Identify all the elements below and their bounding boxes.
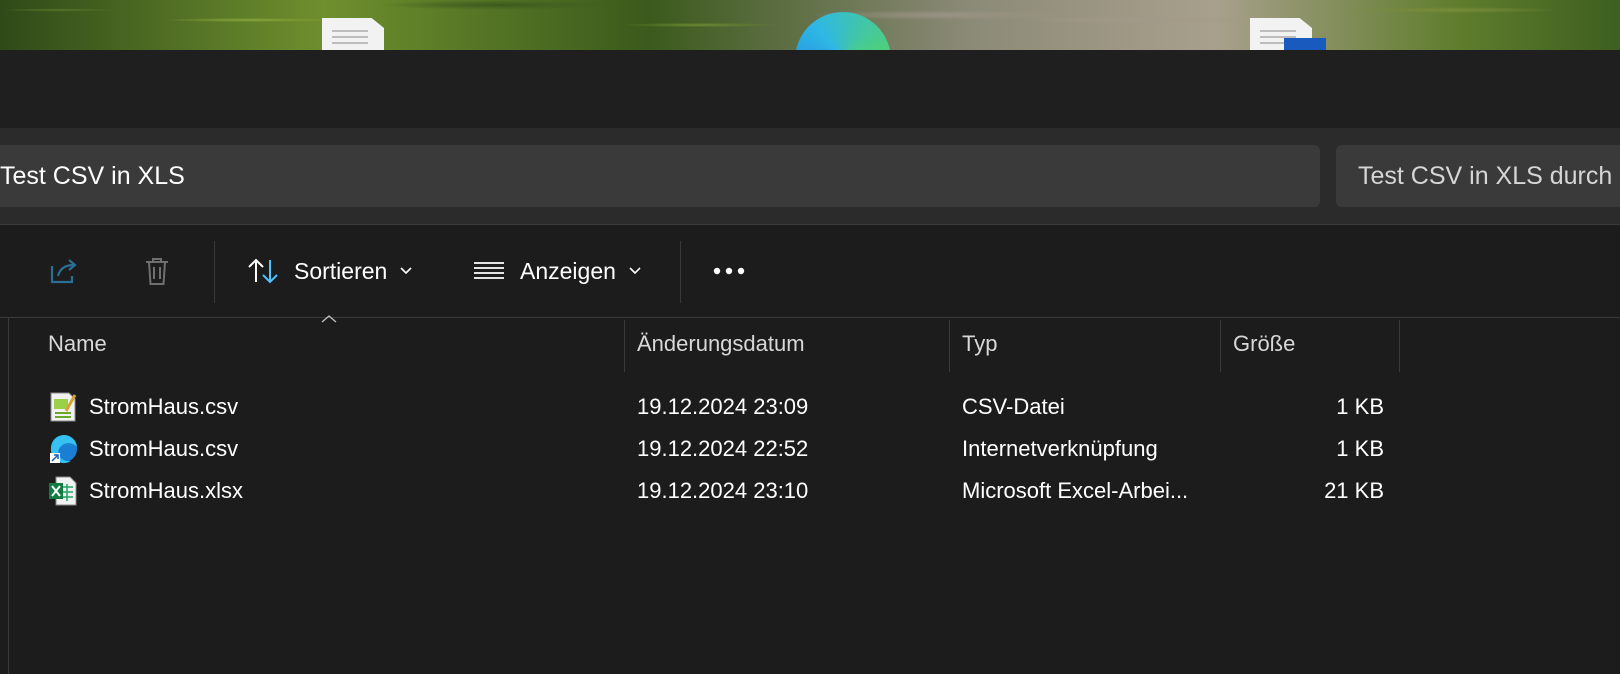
file-row[interactable]: StromHaus.csv 19.12.2024 22:52 Internetv… — [0, 428, 1400, 470]
column-header-name-label: Name — [48, 331, 107, 356]
file-modified: 19.12.2024 23:09 — [637, 394, 809, 419]
column-header-modified-label: Änderungsdatum — [637, 331, 805, 356]
column-resize-handle[interactable] — [1399, 320, 1400, 372]
sort-arrows-icon — [248, 258, 278, 284]
file-row[interactable]: StromHaus.csv 19.12.2024 23:09 CSV-Datei… — [0, 386, 1400, 428]
file-size: 1 KB — [1336, 394, 1384, 419]
desktop-document-icon[interactable] — [322, 18, 384, 50]
sort-button[interactable]: Sortieren — [246, 225, 413, 317]
notepadpp-csv-icon — [50, 392, 77, 422]
desktop-edge-icon[interactable] — [795, 12, 891, 50]
view-label: Anzeigen — [520, 257, 616, 284]
column-header-modified[interactable]: Änderungsdatum — [625, 318, 949, 370]
file-explorer-window: Test CSV in XLS Test CSV in XLS durch So… — [0, 50, 1620, 674]
file-name: StromHaus.csv — [89, 394, 239, 419]
sort-label: Sortieren — [294, 257, 388, 284]
more-options-button[interactable] — [712, 225, 746, 317]
share-icon — [50, 259, 77, 284]
column-header-type[interactable]: Typ — [950, 318, 1220, 370]
column-header-name[interactable]: Name — [36, 318, 624, 370]
view-button[interactable]: Anzeigen — [472, 225, 642, 317]
chevron-down-icon — [400, 267, 412, 275]
column-header-size[interactable]: Größe — [1221, 318, 1399, 370]
file-type: Microsoft Excel-Arbei... — [962, 478, 1189, 503]
search-input[interactable]: Test CSV in XLS durch — [1336, 145, 1620, 207]
file-size: 1 KB — [1336, 436, 1384, 461]
file-row[interactable]: StromHaus.xlsx 19.12.2024 23:10 Microsof… — [0, 470, 1400, 512]
address-bar[interactable]: Test CSV in XLS — [0, 145, 1320, 207]
file-type: CSV-Datei — [962, 394, 1065, 419]
file-name: StromHaus.xlsx — [89, 478, 244, 503]
command-bar: Sortieren Anzeigen — [0, 224, 1620, 318]
search-placeholder: Test CSV in XLS durch — [1358, 162, 1613, 190]
trash-icon — [146, 258, 168, 285]
desktop-wallpaper — [0, 0, 1620, 50]
file-size: 21 KB — [1324, 478, 1384, 503]
file-modified: 19.12.2024 23:10 — [637, 478, 809, 503]
title-bar[interactable] — [0, 50, 1620, 128]
column-header-type-label: Typ — [962, 331, 998, 356]
column-header-size-label: Größe — [1233, 331, 1296, 356]
file-modified: 19.12.2024 22:52 — [637, 436, 809, 461]
file-name: StromHaus.csv — [89, 436, 239, 461]
view-list-icon — [474, 262, 504, 279]
address-path: Test CSV in XLS — [0, 162, 185, 190]
file-type: Internetverknüpfung — [962, 436, 1158, 461]
toolbar-separator — [680, 241, 681, 303]
delete-button[interactable] — [140, 225, 174, 317]
toolbar-separator — [214, 241, 215, 303]
more-dots-icon — [713, 267, 745, 275]
excel-icon — [49, 476, 77, 506]
edge-shortcut-icon — [50, 434, 77, 464]
word-badge — [1284, 38, 1326, 50]
share-button[interactable] — [46, 225, 80, 317]
chevron-down-icon — [629, 267, 641, 275]
